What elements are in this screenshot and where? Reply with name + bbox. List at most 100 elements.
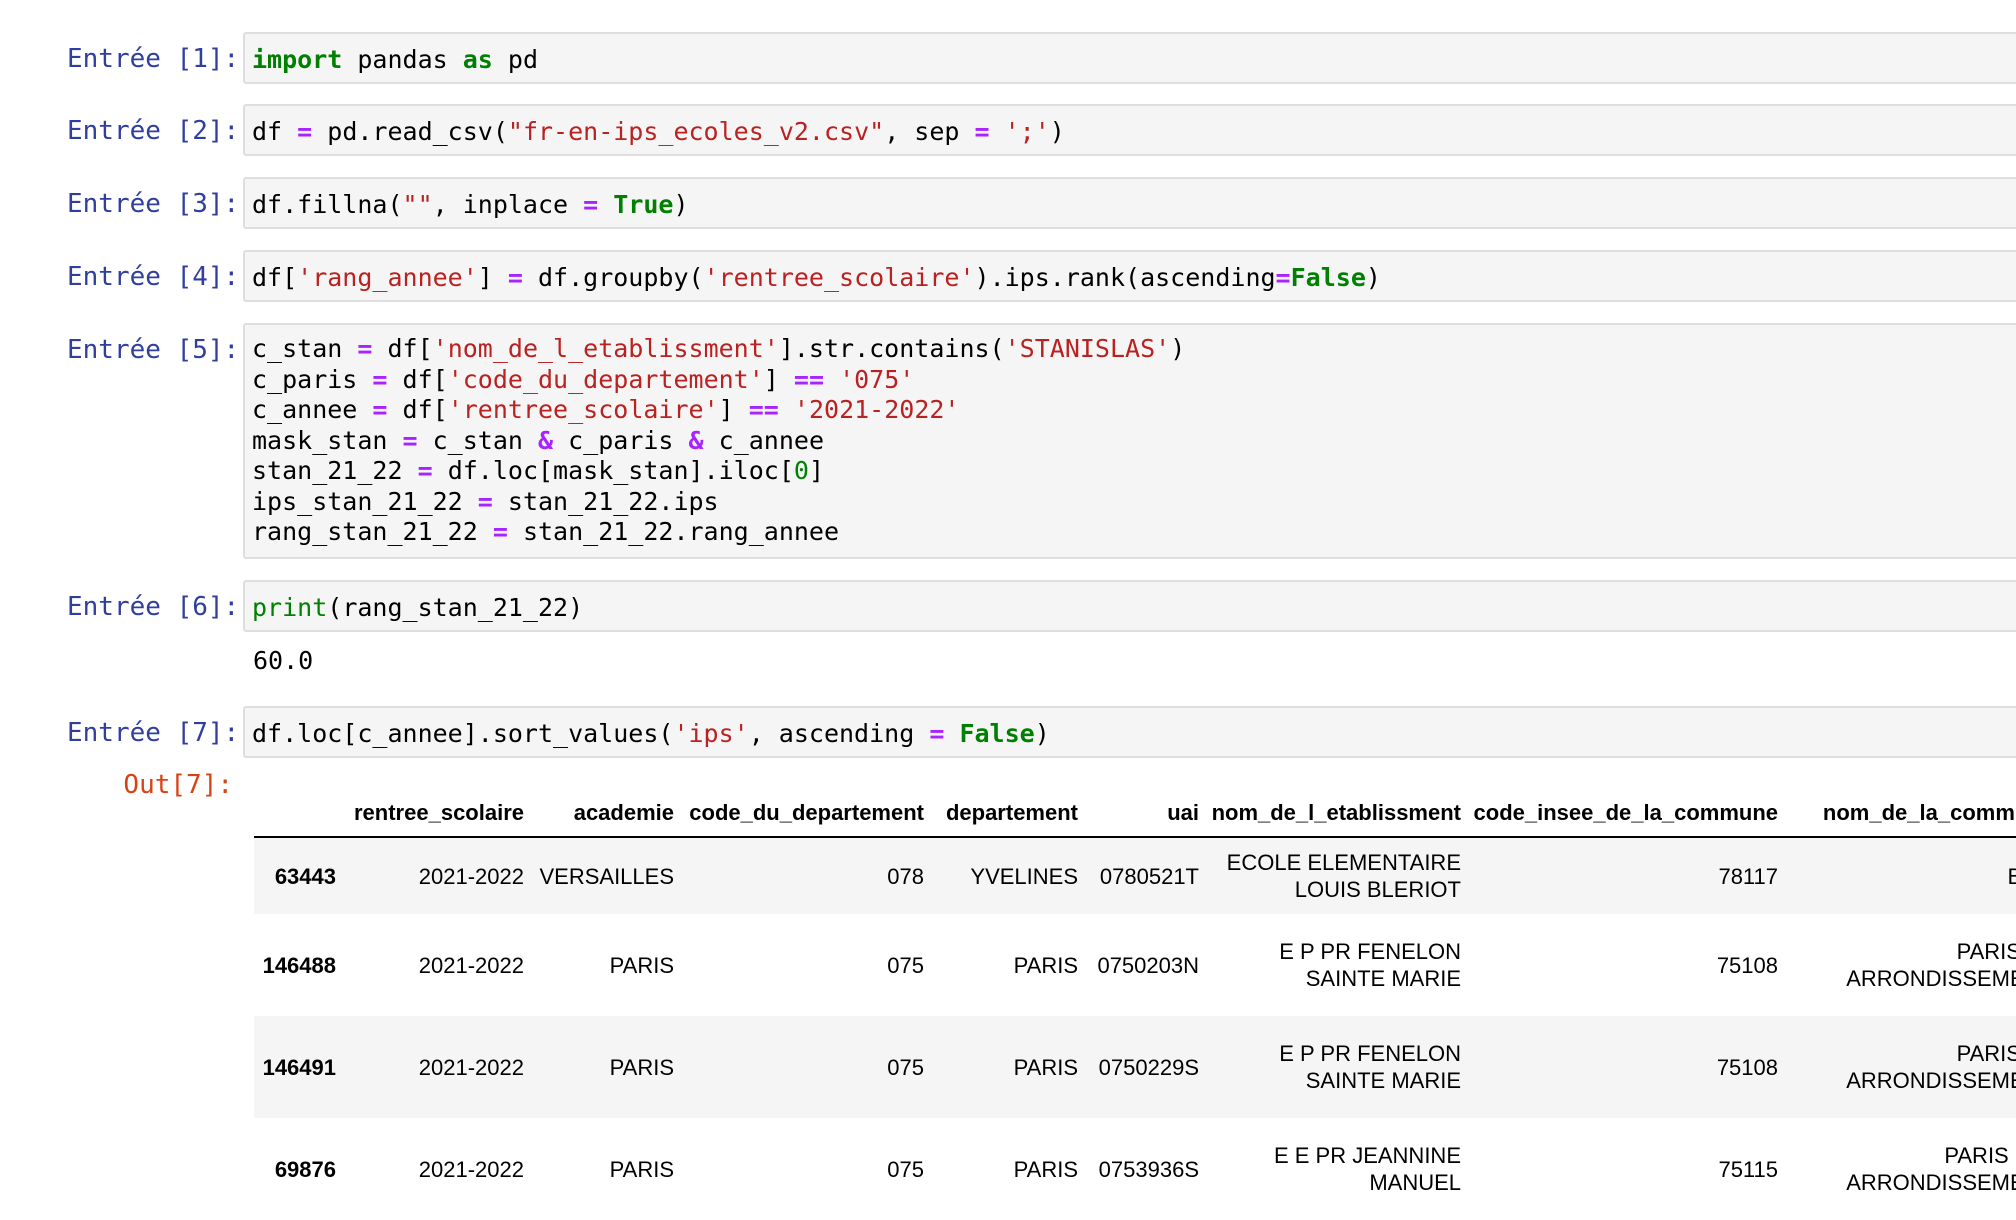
code-text-4[interactable]: df['rang_annee'] = df.groupby('rentree_s… xyxy=(252,263,1381,294)
code-text-1[interactable]: import pandas as pd xyxy=(252,45,538,76)
code-token: c_annee xyxy=(252,395,373,424)
table-cell: PARIS xyxy=(609,1055,674,1080)
code-text-2[interactable]: df = pd.read_csv("fr-en-ips_ecoles_v2.cs… xyxy=(252,117,1065,148)
code-token: ] xyxy=(718,395,749,424)
code-token: "fr-en-ips_ecoles_v2.csv" xyxy=(507,117,885,146)
table-cell: E P PR FENELON SAINTE MARIE xyxy=(1279,939,1461,991)
code-text-7[interactable]: df.loc[c_annee].sort_values('ips', ascen… xyxy=(252,719,1050,750)
code-text-3[interactable]: df.fillna("", inplace = True) xyxy=(252,190,689,221)
code-token: pd.read_csv( xyxy=(312,117,508,146)
code-token: = xyxy=(372,395,388,424)
code-token: ips_stan_21_22 xyxy=(252,486,478,516)
table-cell: PARIS 8EARRONDISSEMENT xyxy=(1846,1041,2016,1093)
code-token: pandas xyxy=(342,45,463,74)
code-token: (rang_stan_21_22) xyxy=(327,593,584,622)
code-token: df[ xyxy=(252,263,298,292)
output-prompt: Out[7]: xyxy=(123,770,233,800)
cell-output-6: 60.0 xyxy=(253,646,314,675)
table-cell: ECOLE ELEMENTAIRE LOUIS BLERIOT xyxy=(1226,850,1461,902)
code-token: ].str.contains( xyxy=(778,334,1005,363)
row-index: 63443 xyxy=(274,864,336,889)
column-header: rentree_scolaire xyxy=(354,800,524,825)
table-cell: 075 xyxy=(887,1055,924,1080)
code-token: ) xyxy=(1049,117,1065,146)
table-cell: PARIS xyxy=(1013,953,1078,978)
table-cell: E E PR JEANNINE MANUEL xyxy=(1273,1143,1461,1195)
code-token: == xyxy=(748,395,779,424)
code-token: = xyxy=(372,364,388,394)
input-prompt-5: Entrée [5]: xyxy=(67,335,240,365)
code-token: & xyxy=(688,425,704,455)
code-text-5[interactable]: c_stan = df['nom_de_l_etablissment'].str… xyxy=(252,334,1185,548)
code-text-6[interactable]: print(rang_stan_21_22) xyxy=(252,593,583,624)
table-cell: PARIS xyxy=(1013,1055,1078,1080)
input-prompt-4: Entrée [4]: xyxy=(67,262,240,292)
code-token: = xyxy=(417,456,433,485)
table-cell: 075 xyxy=(887,953,924,978)
code-token: False xyxy=(959,719,1035,748)
code-token: '075' xyxy=(839,364,915,394)
table-row: 69876 2021-2022 PARIS 075 PARIS 0753936S E E P… xyxy=(254,1118,2016,1220)
code-token: = xyxy=(583,190,599,219)
code-token: , inplace xyxy=(432,190,584,219)
table-cell: 0750229S xyxy=(1098,1055,1199,1080)
input-prompt-3: Entrée [3]: xyxy=(67,189,240,219)
table-cell: 078 xyxy=(887,864,924,889)
table-cell: PARIS 8EARRONDISSEMENT xyxy=(1846,939,2016,991)
code-token: ) xyxy=(1170,334,1186,363)
code-token: = xyxy=(492,517,508,546)
code-token: df.groupby( xyxy=(522,263,704,292)
code-token: c_annee xyxy=(718,425,825,455)
code-token: = xyxy=(507,263,523,292)
table-cell: 78117 xyxy=(1718,864,1778,889)
table-cell: YVELINES xyxy=(970,864,1078,889)
code-token: = xyxy=(929,719,945,748)
code-token: c_stan xyxy=(252,334,358,363)
code-token: mask_stan xyxy=(252,425,403,455)
code-token: rang_stan_21_22 xyxy=(252,517,493,546)
code-token: ] xyxy=(808,456,824,485)
code-token: c_paris xyxy=(553,425,689,455)
code-token: pd xyxy=(492,45,538,74)
table-cell: PARIS xyxy=(609,953,674,978)
code-token: stan_21_22 xyxy=(252,456,418,485)
table-cell: PARIS 15EARRONDISSEMENT xyxy=(1846,1143,2016,1195)
code-token: ) xyxy=(1034,719,1050,748)
row-index: 146491 xyxy=(262,1055,336,1080)
column-header: departement xyxy=(945,800,1078,825)
code-token: = xyxy=(974,117,990,146)
code-token: print xyxy=(252,593,328,622)
code-token: ';' xyxy=(1004,117,1050,146)
code-token: stan_21_22.rang_annee xyxy=(507,517,840,546)
table-row: 146491 2021-2022 PARIS 075 PARIS 0750229S E P … xyxy=(254,1016,2016,1118)
code-token: 'rang_annee' xyxy=(297,263,478,292)
code-token: 'ips' xyxy=(673,719,749,748)
column-header: academie xyxy=(573,800,674,825)
code-token: "" xyxy=(402,190,433,219)
table-cell: 2021-2022 xyxy=(418,1055,524,1080)
code-token: = xyxy=(297,117,313,146)
code-token: False xyxy=(1290,263,1366,292)
code-token: ).ips.rank(ascending xyxy=(974,263,1276,292)
code-token: ] xyxy=(477,263,508,292)
row-index: 146488 xyxy=(262,953,336,978)
code-token: '2021-2022' xyxy=(793,395,960,424)
input-prompt-2: Entrée [2]: xyxy=(67,116,240,146)
code-token: 'nom_de_l_etablissment' xyxy=(432,334,779,363)
table-cell: 75108 xyxy=(1716,1055,1778,1080)
code-token: df.loc[c_annee].sort_values( xyxy=(252,719,674,748)
column-header: nom_de_la_commune xyxy=(1822,800,2016,825)
code-token: , ascending xyxy=(748,719,930,748)
code-token: = xyxy=(1275,263,1291,292)
table-row: 146488 2021-2022 PARIS 075 PARIS 0750203N E P … xyxy=(254,914,2016,1016)
code-token: ] xyxy=(763,364,794,394)
code-token: stan_21_22.ips xyxy=(507,486,719,516)
code-token: = xyxy=(402,425,418,455)
input-prompt-6: Entrée [6]: xyxy=(67,592,240,622)
column-header: nom_de_l_etablissment xyxy=(1211,800,1461,825)
table-cell: E P PR FENELON SAINTE MARIE xyxy=(1279,1041,1461,1093)
